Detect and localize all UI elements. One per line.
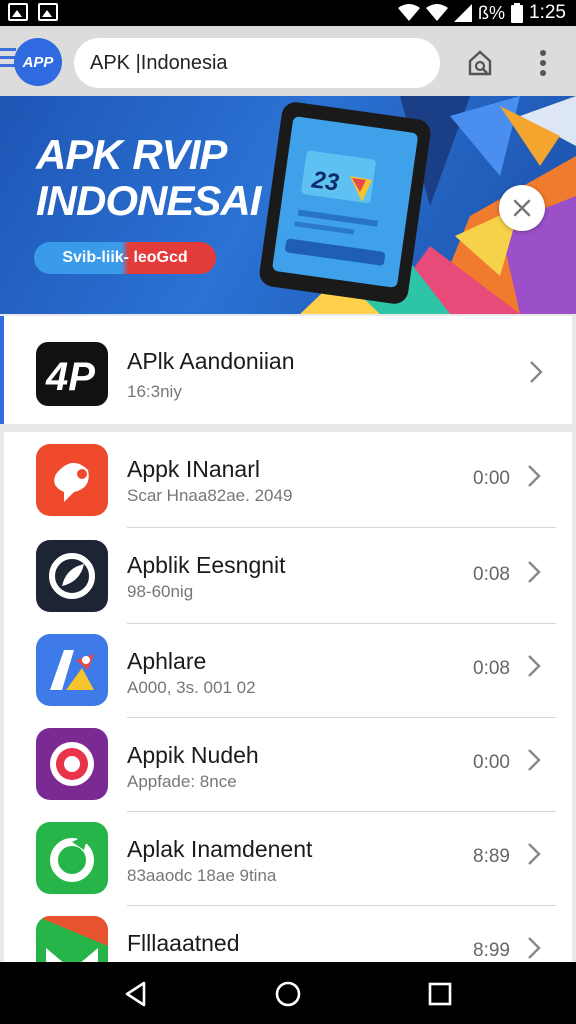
app-subtitle: A000, 3s. 001 02 — [127, 678, 256, 697]
app-icon — [36, 916, 108, 962]
list-item[interactable]: Apblik Eesngnit 98-60nig 0:08 — [4, 528, 572, 624]
signal-icon — [454, 4, 473, 22]
clock: 1:25 — [529, 2, 566, 23]
screen: ß% 1:25 APP APK |Indonesia 23 APK RVIP I… — [0, 0, 576, 1024]
navigation-bar — [0, 962, 576, 1024]
list-item[interactable]: Flllaaatned 8:99 — [4, 906, 572, 962]
app-icon — [36, 540, 108, 612]
promo-banner[interactable]: 23 APK RVIP INDONESAI Svib-liik- leoGcd — [0, 96, 576, 314]
back-icon[interactable] — [122, 980, 150, 1008]
featured-app-subtitle: 16:3niy — [127, 382, 182, 401]
close-banner-button[interactable] — [499, 185, 545, 231]
app-time: 0:08 — [473, 658, 510, 679]
chevron-right-icon — [528, 465, 541, 487]
search-value: APK |Indonesia — [90, 51, 228, 74]
app-time: 0:00 — [473, 468, 510, 489]
banner-title-line2: INDONESAI — [36, 177, 261, 224]
recents-icon[interactable] — [426, 980, 454, 1008]
wifi-icon — [426, 4, 449, 21]
battery-percent: ß% — [478, 2, 506, 23]
banner-title-line1: APK RVIP — [36, 131, 227, 178]
app-bar: APP APK |Indonesia — [0, 26, 576, 96]
chevron-right-icon — [528, 937, 541, 959]
app-logo-text: APP — [22, 53, 54, 71]
featured-app-title: APlk Aandoniian — [127, 348, 295, 374]
app-icon — [36, 634, 108, 706]
featured-app-icon: 4P — [36, 342, 108, 406]
app-title: Aplak Inamdenent — [127, 836, 313, 862]
app-subtitle: Appfade: 8nce — [127, 772, 237, 791]
app-title: Flllaaatned — [127, 930, 240, 956]
chevron-right-icon — [528, 655, 541, 677]
list-item[interactable]: Aphlare A000, 3s. 001 02 0:08 — [4, 624, 572, 718]
app-time: 8:99 — [473, 940, 510, 961]
chevron-right-icon — [528, 561, 541, 583]
search-home-icon[interactable] — [463, 46, 497, 80]
svg-text:4P: 4P — [45, 355, 95, 398]
chevron-right-icon — [528, 843, 541, 865]
app-title: Apblik Eesngnit — [127, 552, 286, 578]
wifi-icon — [398, 4, 421, 21]
chevron-right-icon — [528, 749, 541, 771]
featured-app-item[interactable]: 4P APlk Aandoniian 16:3niy — [0, 316, 572, 424]
app-icon — [36, 822, 108, 894]
gallery-notification-icon — [38, 3, 58, 21]
gallery-notification-icon — [8, 3, 28, 21]
app-title: Aphlare — [127, 648, 207, 674]
banner-title: APK RVIP INDONESAI — [36, 131, 261, 224]
app-subtitle: 98-60nig — [127, 582, 194, 601]
app-title: Appk INanarl — [127, 456, 260, 482]
list-item[interactable]: Aplak Inamdenent 83aaodc 18ae 9tina 8:89 — [4, 812, 572, 906]
home-icon[interactable] — [274, 980, 302, 1008]
app-time: 0:08 — [473, 564, 510, 585]
status-bar: ß% 1:25 — [0, 0, 576, 26]
list-item[interactable]: Appik Nudeh Appfade: 8nce 0:00 — [4, 718, 572, 812]
app-subtitle: Scar Hnaa82ae. 2049 — [127, 486, 293, 505]
search-input[interactable]: APK |Indonesia — [74, 38, 440, 88]
app-title: Appik Nudeh — [127, 742, 259, 768]
more-options-icon[interactable] — [526, 46, 560, 80]
close-icon — [513, 199, 531, 217]
banner-cta-button[interactable]: Svib-liik- leoGcd — [34, 242, 216, 274]
app-time: 0:00 — [473, 752, 510, 773]
app-logo[interactable]: APP — [14, 38, 62, 86]
app-icon — [36, 444, 108, 516]
app-subtitle: 83aaodc 18ae 9tina — [127, 866, 277, 885]
list-item[interactable]: Appk INanarl Scar Hnaa82ae. 2049 0:00 — [4, 432, 572, 528]
banner-phone-number: 23 — [310, 166, 341, 197]
app-list: Appk INanarl Scar Hnaa82ae. 2049 0:00 Ap… — [4, 432, 572, 962]
battery-icon — [511, 3, 524, 23]
app-icon — [36, 728, 108, 800]
chevron-right-icon — [530, 361, 543, 383]
app-time: 8:89 — [473, 846, 510, 867]
